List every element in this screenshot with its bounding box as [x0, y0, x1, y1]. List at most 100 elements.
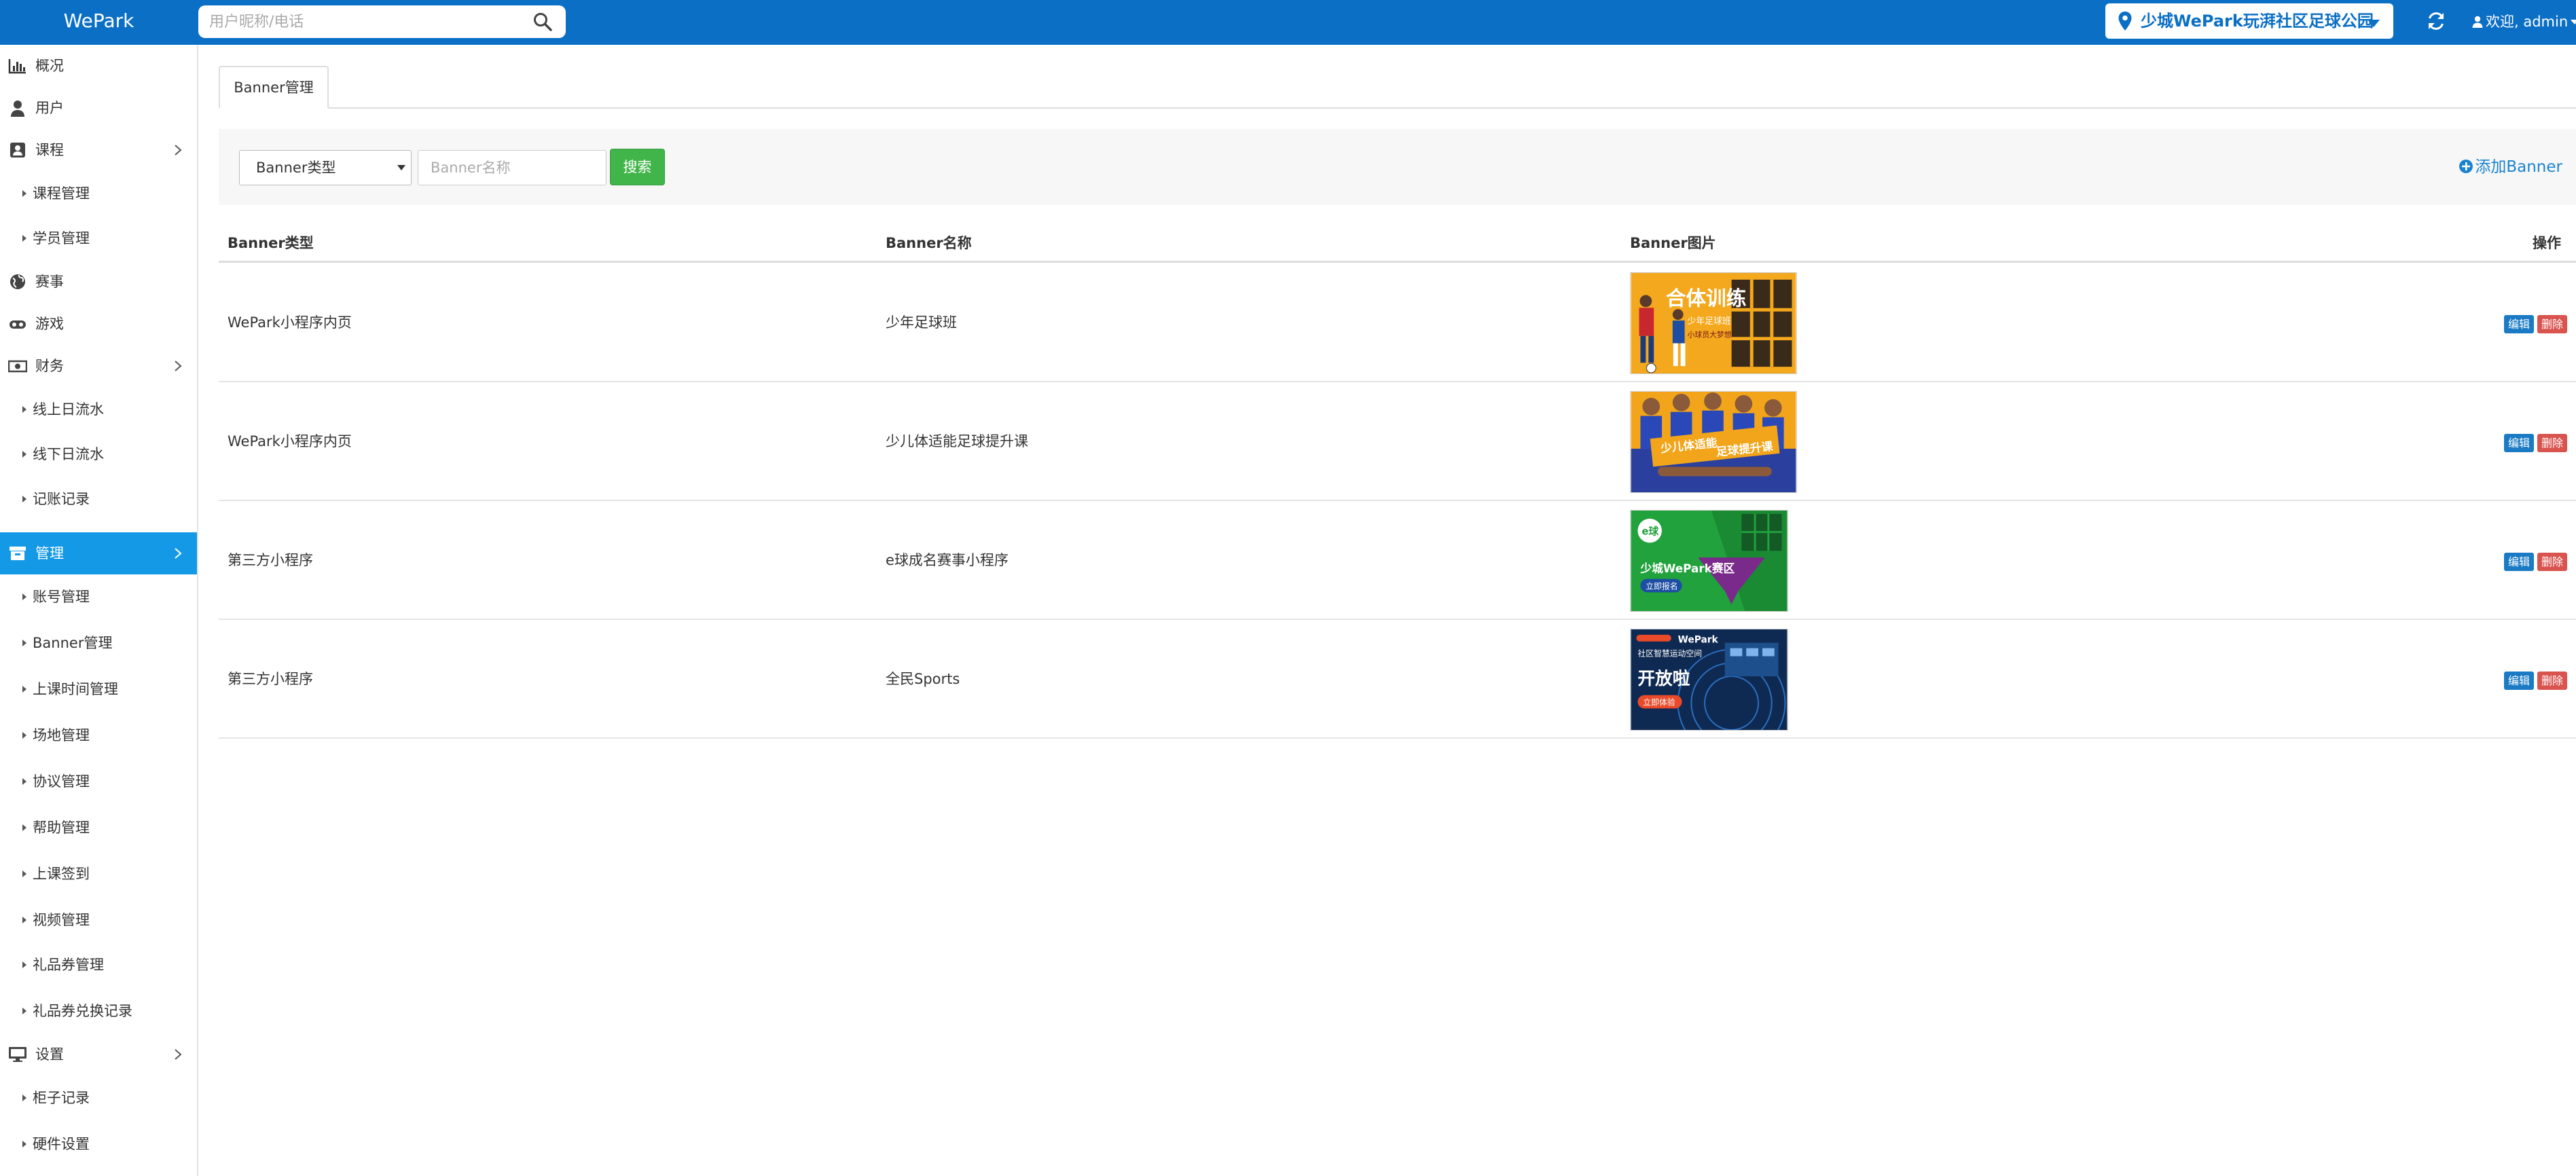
sidebar-item-hardware-settings[interactable]: 硬件设置 — [0, 1122, 197, 1166]
banner-type-cell: WePark小程序内页 — [228, 314, 352, 331]
plus-circle-icon — [2459, 160, 2473, 173]
edit-button[interactable]: 编辑 — [2503, 553, 2534, 571]
banner-type-select[interactable]: Banner类型 — [239, 150, 412, 185]
sidebar-item-help-management[interactable]: 帮助管理 — [0, 805, 197, 850]
banner-image-sports-space[interactable]: WePark 社区智慧运动空间 开放啦 立即体验 — [1630, 629, 1788, 731]
add-banner-button[interactable]: 添加Banner — [2459, 129, 2562, 205]
sidebar-item-student-management[interactable]: 学员管理 — [0, 216, 197, 261]
desktop-icon — [9, 1047, 26, 1062]
search-icon[interactable] — [532, 12, 553, 32]
venue-name: 少城WePark玩湃社区足球公园 — [2141, 12, 2374, 31]
banner-image-text: WePark — [1678, 635, 1719, 646]
banner-image-text: 少年足球班 — [1688, 316, 1731, 327]
sidebar-item-label: 用户 — [35, 100, 64, 116]
delete-button[interactable]: 删除 — [2537, 315, 2567, 333]
sidebar-item-finance[interactable]: 财务 — [0, 345, 197, 387]
chevron-right-icon — [175, 145, 182, 155]
edit-button[interactable]: 编辑 — [2503, 672, 2534, 690]
sidebar-item-locker-records[interactable]: 柜子记录 — [0, 1076, 197, 1120]
user-menu[interactable]: 欢迎, admin — [2472, 0, 2576, 45]
banner-image-e-ball-tournament[interactable]: e球 少城WePark赛区 立即报名 — [1630, 510, 1788, 612]
sidebar-item-venue-management[interactable]: 场地管理 — [0, 713, 197, 758]
sidebar-item-banner-management[interactable]: Banner管理 — [0, 621, 197, 665]
caret-right-icon — [22, 1095, 26, 1101]
sidebar-item-label: 概况 — [35, 58, 64, 74]
sidebar-item-class-checkin[interactable]: 上课签到 — [0, 851, 197, 896]
sidebar: 概况 用户 课程 课程管理 学员管理 赛事 游戏 财务 线上日流水 线下日流水 … — [0, 45, 198, 1176]
delete-button[interactable]: 删除 — [2537, 553, 2567, 571]
sidebar-item-users[interactable]: 用户 — [0, 87, 197, 129]
sidebar-item-label: 上课签到 — [33, 866, 90, 882]
caret-right-icon — [22, 961, 26, 968]
sidebar-item-courses[interactable]: 课程 — [0, 129, 197, 171]
caret-right-icon — [22, 1141, 26, 1147]
search-button[interactable]: 搜索 — [610, 149, 665, 185]
venue-selector[interactable]: 少城WePark玩湃社区足球公园 — [2105, 3, 2393, 39]
archive-icon — [10, 547, 26, 560]
tab-bar-divider — [219, 107, 2576, 109]
welcome-text: 欢迎, admin — [2486, 14, 2569, 30]
user-search-input[interactable] — [209, 5, 522, 38]
banner-image-text: 开放啦 — [1637, 668, 1690, 689]
caret-down-icon — [397, 165, 405, 170]
user-search-box — [198, 5, 566, 38]
column-header-name: Banner名称 — [886, 235, 972, 251]
banner-image-text: e球 — [1641, 526, 1658, 538]
sidebar-item-events[interactable]: 赛事 — [0, 261, 197, 303]
sidebar-item-label: 场地管理 — [33, 727, 90, 743]
edit-button[interactable]: 编辑 — [2503, 434, 2534, 452]
add-banner-label: 添加Banner — [2475, 158, 2562, 176]
banner-image-text: 立即报名 — [1646, 581, 1677, 591]
brand-logo[interactable]: WePark — [0, 0, 198, 45]
caret-right-icon — [22, 824, 26, 831]
delete-button[interactable]: 删除 — [2537, 434, 2567, 452]
sidebar-item-online-daily-flow[interactable]: 线上日流水 — [0, 387, 197, 432]
refresh-icon[interactable] — [2426, 11, 2446, 31]
user-icon — [2472, 16, 2483, 28]
sidebar-item-settings[interactable]: 设置 — [0, 1033, 197, 1076]
sidebar-item-management[interactable]: 管理 — [0, 532, 197, 574]
banner-type-select-value: Banner类型 — [256, 160, 336, 176]
tab-banner-management[interactable]: Banner管理 — [219, 66, 329, 109]
sidebar-item-label: 游戏 — [35, 316, 64, 332]
banner-type-cell: 第三方小程序 — [228, 671, 313, 687]
sidebar-item-offline-daily-flow[interactable]: 线下日流水 — [0, 432, 197, 477]
caret-right-icon — [22, 1008, 26, 1014]
sidebar-item-label: 财务 — [35, 358, 64, 374]
sidebar-item-agreement-management[interactable]: 协议管理 — [0, 759, 197, 804]
sidebar-item-gift-voucher-management[interactable]: 礼品券管理 — [0, 942, 197, 987]
table-row: WePark小程序内页 少年足球班 合体训练 少年足球班 小球员大梦想 编辑 删除 — [219, 263, 2576, 382]
caret-right-icon — [22, 778, 26, 785]
banner-name-input[interactable] — [418, 150, 606, 185]
sidebar-item-label: 协议管理 — [33, 773, 90, 790]
banner-type-cell: 第三方小程序 — [228, 552, 313, 568]
banner-image-football-class[interactable]: 合体训练 少年足球班 小球员大梦想 — [1630, 272, 1797, 374]
sidebar-item-account-management[interactable]: 账号管理 — [0, 574, 197, 619]
globe-icon — [10, 274, 25, 289]
chevron-right-icon — [175, 361, 182, 371]
banner-image-text: 社区智慧运动空间 — [1637, 648, 1702, 658]
sidebar-item-voucher-redemption[interactable]: 礼品券兑换记录 — [0, 989, 197, 1033]
edit-button[interactable]: 编辑 — [2503, 315, 2534, 333]
caret-right-icon — [22, 190, 26, 197]
chevron-right-icon — [175, 548, 182, 559]
caret-right-icon — [22, 593, 26, 600]
sidebar-item-label: 账号管理 — [33, 589, 90, 605]
banner-image-text: 小球员大梦想 — [1688, 330, 1732, 339]
delete-button[interactable]: 删除 — [2537, 672, 2567, 690]
sidebar-item-overview[interactable]: 概况 — [0, 45, 197, 87]
sidebar-item-video-management[interactable]: 视频管理 — [0, 898, 197, 942]
banner-image-fitness-class[interactable]: 少儿体适能 足球提升课 — [1630, 391, 1797, 493]
column-header-actions: 操作 — [2533, 235, 2561, 251]
banner-image-text: 合体训练 — [1666, 287, 1747, 310]
caret-right-icon — [22, 686, 26, 693]
sidebar-item-games[interactable]: 游戏 — [0, 303, 197, 345]
filter-bar: Banner类型 搜索 添加Banner — [219, 129, 2576, 205]
banner-image-text: 少城WePark赛区 — [1639, 562, 1735, 575]
sidebar-item-label: 上课时间管理 — [33, 681, 118, 697]
table-row: 第三方小程序 e球成名赛事小程序 e球 少城WePark赛区 立即报名 编辑 删除 — [219, 501, 2576, 620]
sidebar-item-course-management[interactable]: 课程管理 — [0, 171, 197, 216]
sidebar-item-bookkeeping[interactable]: 记账记录 — [0, 477, 197, 521]
sidebar-item-label: 柜子记录 — [33, 1090, 90, 1106]
sidebar-item-class-time-management[interactable]: 上课时间管理 — [0, 667, 197, 712]
